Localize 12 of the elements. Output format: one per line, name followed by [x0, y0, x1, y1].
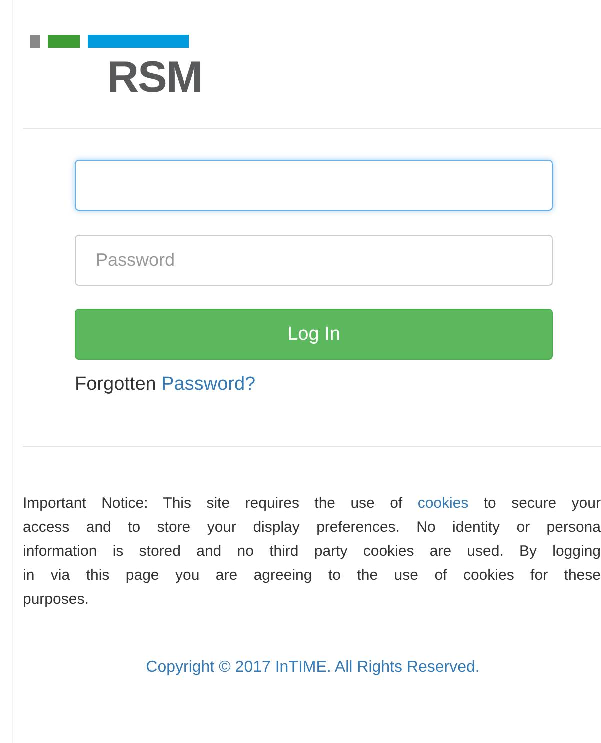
notice-paragraph: Important Notice: This site requires the use of cookies to secure your access and to store your display preferences. No identity or persona information is stored and no third party cookies are used. By logging in via this page you are agreeing to the use of cookies for these purposes.: [23, 494, 601, 610]
copyright-text: Copyright © 2017 InTIME. All Rights Reserved.: [145, 659, 481, 677]
logo-bar-icon: [30, 35, 40, 48]
logo-bar-icon: [88, 35, 189, 48]
cookies-link[interactable]: cookies: [418, 495, 469, 512]
login-button[interactable]: Log In: [75, 309, 553, 360]
logo-text: RSM: [107, 56, 202, 100]
password-field[interactable]: Password: [75, 235, 553, 286]
username-field[interactable]: [75, 160, 553, 211]
password-link[interactable]: Password?: [162, 374, 256, 395]
forgot-password-text: Forgotten Password?: [75, 374, 257, 396]
logo-bar-icon: [48, 35, 80, 48]
